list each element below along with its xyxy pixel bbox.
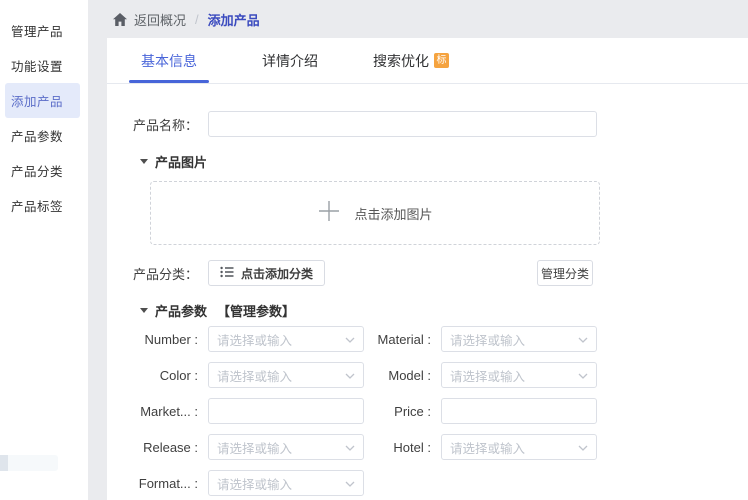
manage-params-link[interactable]: 【管理参数】 <box>217 301 295 320</box>
select-placeholder: 请选择或输入 <box>450 330 578 349</box>
list-icon <box>220 266 234 281</box>
breadcrumb-back-link[interactable]: 返回概况 <box>134 10 186 29</box>
price-input[interactable] <box>441 398 597 424</box>
home-icon[interactable] <box>113 13 127 26</box>
product-category-row: 产品分类： 点击添加分类 管理分类 <box>107 260 748 286</box>
select-placeholder: 请选择或输入 <box>217 366 345 385</box>
product-params-section-header[interactable]: 产品参数 【管理参数】 <box>140 302 748 318</box>
plus-icon <box>317 199 341 228</box>
section-title: 产品参数 <box>155 301 207 320</box>
add-category-button[interactable]: 点击添加分类 <box>208 260 325 286</box>
faded-tooltip <box>0 455 58 471</box>
select-placeholder: 请选择或输入 <box>450 366 578 385</box>
model-label: Model : <box>364 368 441 383</box>
format-select[interactable]: 请选择或输入 <box>208 470 364 496</box>
tab-badge: 标 <box>434 53 449 68</box>
sidebar-item-label: 产品参数 <box>11 126 63 145</box>
tab-detail-intro[interactable]: 详情介绍 <box>250 38 330 83</box>
color-label: Color : <box>107 368 208 383</box>
market-input[interactable] <box>208 398 364 424</box>
product-category-label: 产品分类： <box>107 264 208 283</box>
hotel-label: Hotel : <box>364 440 441 455</box>
material-label: Material : <box>364 332 441 347</box>
sidebar-item-feature-settings[interactable]: 功能设置 <box>5 48 80 83</box>
sidebar-item-product-params[interactable]: 产品参数 <box>5 118 80 153</box>
tab-basic-info[interactable]: 基本信息 <box>129 38 209 83</box>
main-card: 基本信息 详情介绍 搜索优化 标 产品名称： 产品图片 点击添加图片 产 <box>107 38 748 500</box>
sidebar-item-add-product[interactable]: 添加产品 <box>5 83 80 118</box>
sidebar-item-product-categories[interactable]: 产品分类 <box>5 153 80 188</box>
material-select[interactable]: 请选择或输入 <box>441 326 597 352</box>
manage-category-button-label: 管理分类 <box>541 265 589 282</box>
product-image-section-header[interactable]: 产品图片 <box>140 153 748 169</box>
release-label: Release : <box>107 440 208 455</box>
select-placeholder: 请选择或输入 <box>217 438 345 457</box>
product-name-row: 产品名称： <box>107 111 748 137</box>
select-placeholder: 请选择或输入 <box>450 438 578 457</box>
chevron-down-icon <box>345 366 355 384</box>
color-select[interactable]: 请选择或输入 <box>208 362 364 388</box>
breadcrumb: 返回概况 / 添加产品 <box>88 0 748 38</box>
price-label: Price : <box>364 404 441 419</box>
sidebar: 管理产品 功能设置 添加产品 产品参数 产品分类 产品标签 <box>0 0 88 500</box>
tab-bar: 基本信息 详情介绍 搜索优化 标 <box>107 38 748 84</box>
product-name-input[interactable] <box>208 111 597 137</box>
model-select[interactable]: 请选择或输入 <box>441 362 597 388</box>
release-select[interactable]: 请选择或输入 <box>208 434 364 460</box>
product-name-label: 产品名称： <box>107 115 208 134</box>
sidebar-item-label: 添加产品 <box>11 91 63 110</box>
image-upload-dropzone[interactable]: 点击添加图片 <box>150 181 600 245</box>
chevron-down-icon <box>578 438 588 456</box>
select-placeholder: 请选择或输入 <box>217 474 345 493</box>
breadcrumb-current-page: 添加产品 <box>208 10 260 29</box>
number-select[interactable]: 请选择或输入 <box>208 326 364 352</box>
add-category-button-label: 点击添加分类 <box>241 265 313 282</box>
select-placeholder: 请选择或输入 <box>217 330 345 349</box>
hotel-select[interactable]: 请选择或输入 <box>441 434 597 460</box>
chevron-down-icon <box>345 330 355 348</box>
sidebar-item-label: 产品标签 <box>11 196 63 215</box>
section-title: 产品图片 <box>155 152 207 171</box>
params-grid: Number : 请选择或输入 Material : 请选择或输入 Color … <box>107 326 748 496</box>
collapse-arrow-icon <box>140 159 148 164</box>
chevron-down-icon <box>578 330 588 348</box>
number-label: Number : <box>107 332 208 347</box>
tab-label: 详情介绍 <box>262 51 318 71</box>
manage-category-button[interactable]: 管理分类 <box>537 260 593 286</box>
tab-label: 基本信息 <box>141 51 197 71</box>
breadcrumb-separator: / <box>195 12 199 27</box>
tab-label: 搜索优化 <box>373 51 429 71</box>
sidebar-item-product-tags[interactable]: 产品标签 <box>5 188 80 223</box>
sidebar-item-label: 功能设置 <box>11 56 63 75</box>
upload-hint-text: 点击添加图片 <box>354 204 432 223</box>
sidebar-item-manage-products[interactable]: 管理产品 <box>5 13 80 48</box>
collapse-arrow-icon <box>140 308 148 313</box>
tab-search-optimization[interactable]: 搜索优化 标 <box>371 38 451 83</box>
chevron-down-icon <box>345 474 355 492</box>
form-content: 产品名称： 产品图片 点击添加图片 产品分类： <box>107 111 748 496</box>
market-label: Market... : <box>107 404 208 419</box>
format-label: Format... : <box>107 476 208 491</box>
chevron-down-icon <box>578 366 588 384</box>
sidebar-item-label: 管理产品 <box>11 21 63 40</box>
sidebar-item-label: 产品分类 <box>11 161 63 180</box>
chevron-down-icon <box>345 438 355 456</box>
